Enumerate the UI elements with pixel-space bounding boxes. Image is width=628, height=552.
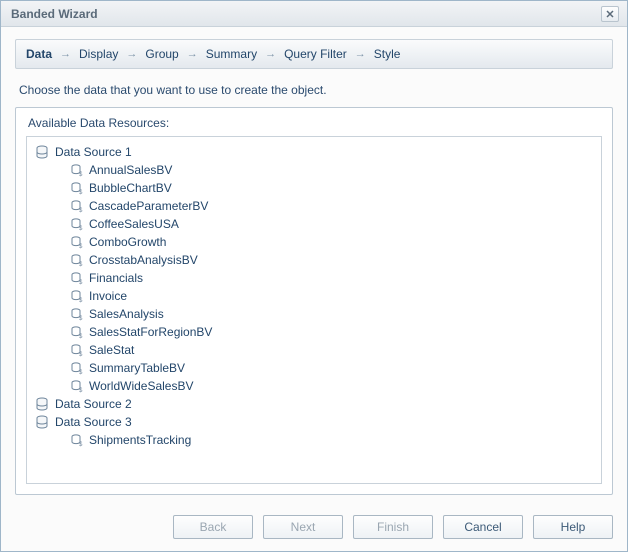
view-label: Financials	[89, 271, 143, 285]
svg-text:$: $	[79, 262, 83, 267]
svg-text:$: $	[79, 352, 83, 357]
business-view-icon: $	[69, 325, 83, 339]
business-view-icon: $	[69, 361, 83, 375]
svg-text:$: $	[79, 244, 83, 249]
view-label: SaleStat	[89, 343, 134, 357]
svg-text:$: $	[79, 370, 83, 375]
step-display[interactable]: Display	[79, 47, 118, 61]
svg-text:$: $	[79, 388, 83, 393]
content-area: Data → Display → Group → Summary → Query Filter →…	[1, 27, 627, 505]
view-node-shipmentstracking[interactable]: $ ShipmentsTracking	[69, 431, 593, 449]
datasource-node-data-source-2[interactable]: Data Source 2	[35, 395, 593, 413]
view-node-crosstabanalysisbv[interactable]: $ CrosstabAnalysisBV	[69, 251, 593, 269]
titlebar: Banded Wizard	[1, 1, 627, 27]
view-label: ComboGrowth	[89, 235, 166, 249]
button-row: Back Next Finish Cancel Help	[1, 505, 627, 551]
business-view-icon: $	[69, 217, 83, 231]
view-node-invoice[interactable]: $ Invoice	[69, 287, 593, 305]
close-button[interactable]	[601, 6, 619, 22]
chevron-right-icon: →	[187, 48, 198, 60]
view-node-combogrowth[interactable]: $ ComboGrowth	[69, 233, 593, 251]
view-label: SalesStatForRegionBV	[89, 325, 212, 339]
chevron-right-icon: →	[355, 48, 366, 60]
step-summary[interactable]: Summary	[206, 47, 257, 61]
step-style[interactable]: Style	[374, 47, 401, 61]
svg-text:$: $	[79, 280, 83, 285]
business-view-icon: $	[69, 343, 83, 357]
datasource-label: Data Source 3	[55, 415, 132, 429]
business-view-icon: $	[69, 253, 83, 267]
view-label: Invoice	[89, 289, 127, 303]
datasource-label: Data Source 1	[55, 145, 132, 159]
view-node-bubblechartbv[interactable]: $ BubbleChartBV	[69, 179, 593, 197]
view-label: BubbleChartBV	[89, 181, 172, 195]
business-view-icon: $	[69, 433, 83, 447]
close-icon	[606, 10, 614, 18]
view-label: CoffeeSalesUSA	[89, 217, 179, 231]
database-icon	[35, 145, 49, 159]
view-node-worldwidesalesbv[interactable]: $ WorldWideSalesBV	[69, 377, 593, 395]
svg-text:$: $	[79, 442, 83, 447]
next-button[interactable]: Next	[263, 515, 343, 539]
business-view-icon: $	[69, 181, 83, 195]
wizard-window: Banded Wizard Data → Display → Group → Summary…	[0, 0, 628, 552]
chevron-right-icon: →	[265, 48, 276, 60]
business-view-icon: $	[69, 379, 83, 393]
view-node-summarytablebv[interactable]: $ SummaryTableBV	[69, 359, 593, 377]
window-title: Banded Wizard	[11, 7, 601, 21]
instruction-text: Choose the data that you want to use to …	[19, 83, 609, 97]
business-view-icon: $	[69, 235, 83, 249]
business-view-icon: $	[69, 271, 83, 285]
business-view-icon: $	[69, 199, 83, 213]
back-button[interactable]: Back	[173, 515, 253, 539]
chevron-right-icon: →	[60, 48, 71, 60]
view-label: SalesAnalysis	[89, 307, 164, 321]
svg-text:$: $	[79, 190, 83, 195]
view-node-salesstatforregionbv[interactable]: $ SalesStatForRegionBV	[69, 323, 593, 341]
database-icon	[35, 397, 49, 411]
view-label: AnnualSalesBV	[89, 163, 172, 177]
finish-button[interactable]: Finish	[353, 515, 433, 539]
view-label: WorldWideSalesBV	[89, 379, 193, 393]
chevron-right-icon: →	[126, 48, 137, 60]
resource-tree: Data Source 1 $ AnnualSalesBV $ BubbleChartB…	[35, 143, 593, 449]
view-node-cascadeparameterbv[interactable]: $ CascadeParameterBV	[69, 197, 593, 215]
main-panel: Available Data Resources: Data Source 1 $…	[15, 107, 613, 495]
view-node-financials[interactable]: $ Financials	[69, 269, 593, 287]
datasource-node-data-source-3[interactable]: Data Source 3	[35, 413, 593, 431]
business-view-icon: $	[69, 307, 83, 321]
svg-text:$: $	[79, 316, 83, 321]
database-icon	[35, 415, 49, 429]
svg-text:$: $	[79, 208, 83, 213]
cancel-button[interactable]: Cancel	[443, 515, 523, 539]
section-label: Available Data Resources:	[28, 116, 602, 130]
view-node-annualsalesbv[interactable]: $ AnnualSalesBV	[69, 161, 593, 179]
svg-text:$: $	[79, 334, 83, 339]
step-bar: Data → Display → Group → Summary → Query Filter →…	[15, 39, 613, 69]
view-label: SummaryTableBV	[89, 361, 185, 375]
svg-text:$: $	[79, 172, 83, 177]
help-button[interactable]: Help	[533, 515, 613, 539]
view-label: CascadeParameterBV	[89, 199, 208, 213]
svg-text:$: $	[79, 226, 83, 231]
datasource-label: Data Source 2	[55, 397, 132, 411]
view-label: CrosstabAnalysisBV	[89, 253, 198, 267]
view-node-coffeesalesusa[interactable]: $ CoffeeSalesUSA	[69, 215, 593, 233]
svg-text:$: $	[79, 298, 83, 303]
view-node-salestat[interactable]: $ SaleStat	[69, 341, 593, 359]
business-view-icon: $	[69, 163, 83, 177]
step-query-filter[interactable]: Query Filter	[284, 47, 347, 61]
tree-container[interactable]: Data Source 1 $ AnnualSalesBV $ BubbleChartB…	[26, 136, 602, 484]
step-data[interactable]: Data	[26, 47, 52, 61]
step-group[interactable]: Group	[145, 47, 178, 61]
view-label: ShipmentsTracking	[89, 433, 191, 447]
datasource-node-data-source-1[interactable]: Data Source 1	[35, 143, 593, 161]
business-view-icon: $	[69, 289, 83, 303]
view-node-salesanalysis[interactable]: $ SalesAnalysis	[69, 305, 593, 323]
